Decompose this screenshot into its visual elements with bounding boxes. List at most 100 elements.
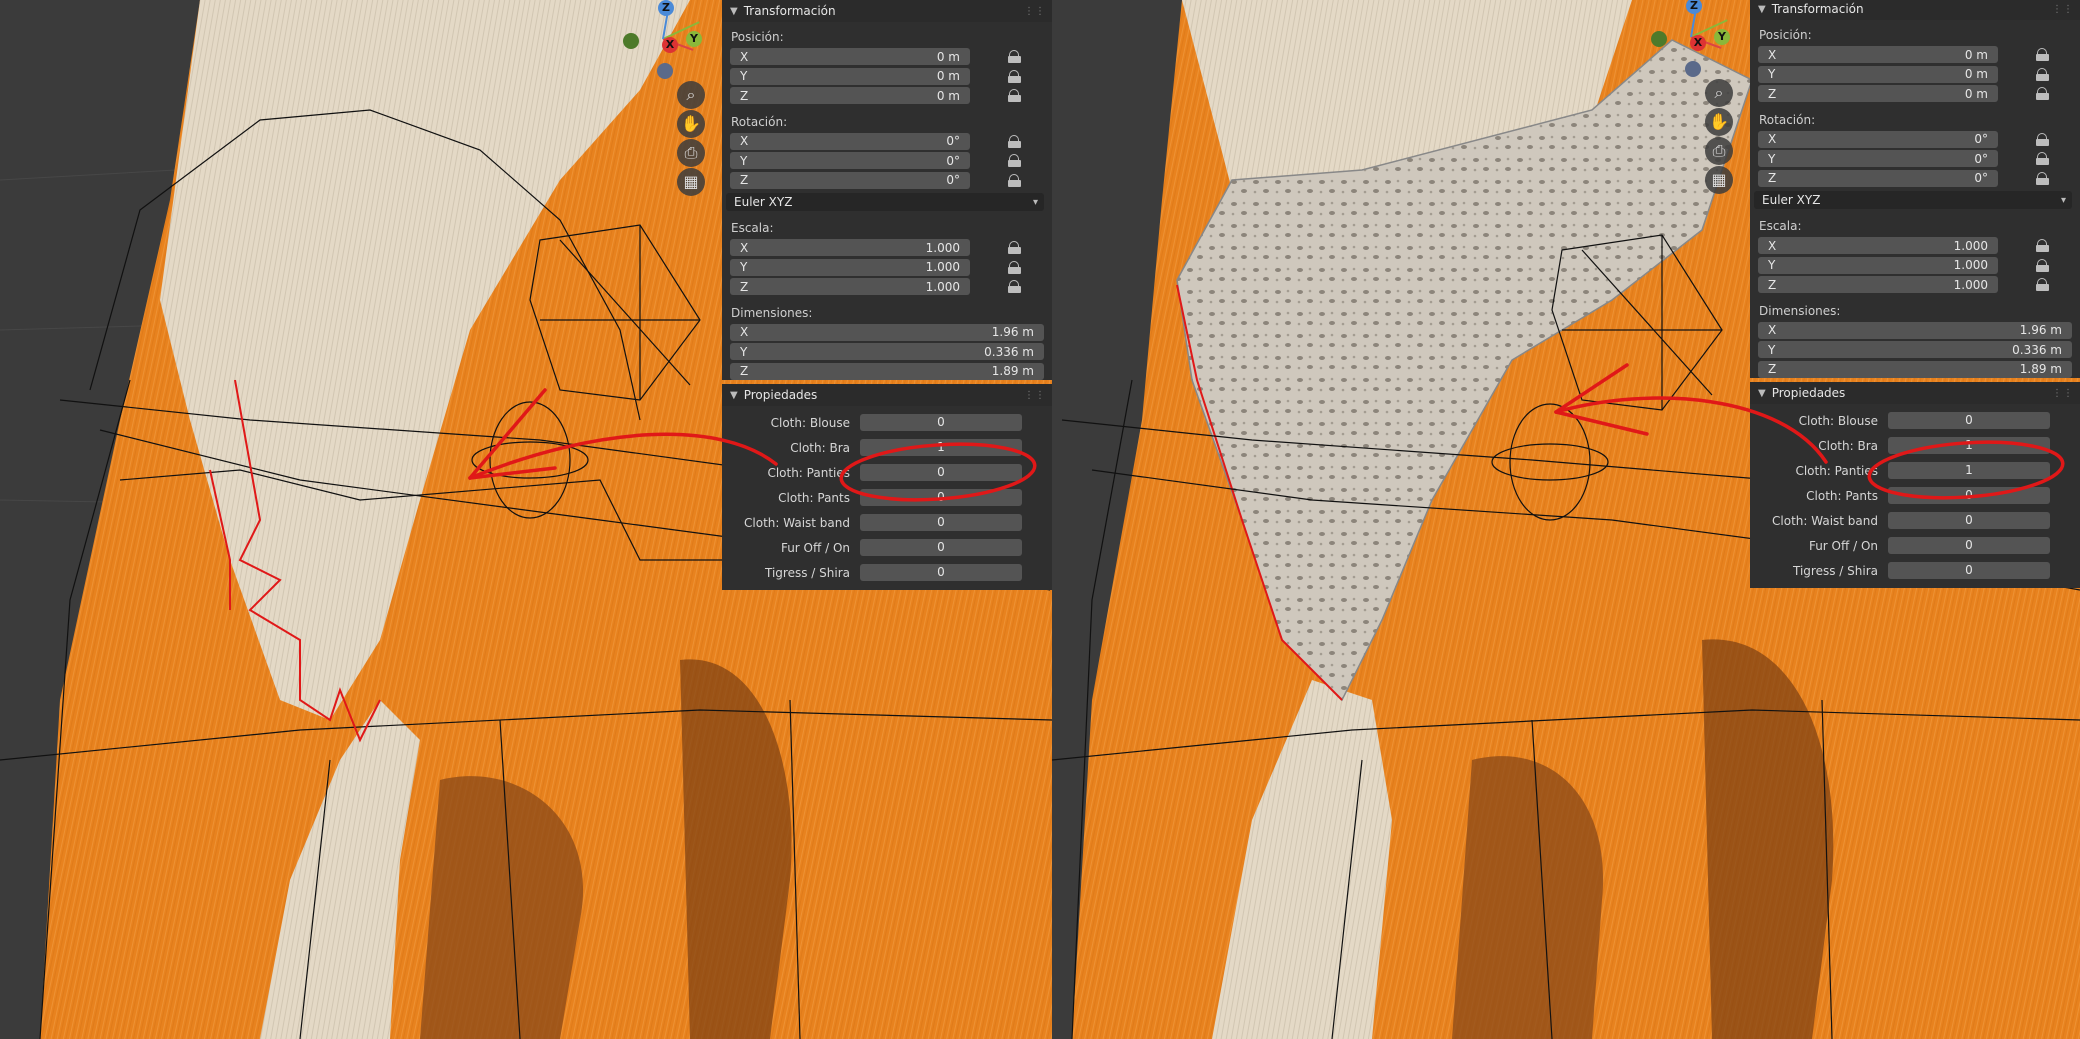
- property-value-field[interactable]: 0: [860, 539, 1022, 556]
- hand-icon[interactable]: ✋: [1705, 108, 1733, 136]
- property-value-field[interactable]: 0: [1888, 412, 2050, 429]
- lock-icon[interactable]: [1008, 69, 1021, 83]
- zoom-icon[interactable]: ⌕: [1705, 79, 1733, 107]
- gizmo-z-icon[interactable]: Z: [658, 0, 674, 16]
- property-value-field[interactable]: 0: [860, 514, 1022, 531]
- lock-icon[interactable]: [2036, 152, 2049, 165]
- dimension-z-field[interactable]: Z 1.89 m: [730, 362, 1044, 380]
- rotation-y-field[interactable]: Y 0°: [1758, 150, 1998, 167]
- grip-icon[interactable]: ⋮⋮: [1024, 6, 1046, 17]
- lock-icon[interactable]: [2036, 278, 2049, 291]
- rotation-x-field[interactable]: X 0°: [1758, 130, 1998, 148]
- gizmo-y-icon[interactable]: Y: [686, 31, 702, 47]
- gizmo-z-icon[interactable]: Z: [1686, 0, 1702, 14]
- lock-icon[interactable]: [1008, 134, 1021, 148]
- position-x-field[interactable]: X0 m: [1758, 46, 1998, 63]
- property-value-field[interactable]: 0: [1888, 562, 2050, 579]
- scale-x-field[interactable]: X 1.000: [730, 239, 970, 256]
- rotation-x-field[interactable]: X 0°: [730, 132, 970, 150]
- position-x-field[interactable]: X0 m: [730, 48, 970, 65]
- position-z-field[interactable]: Z0 m: [1758, 85, 1998, 102]
- camera-icon[interactable]: ⎙: [677, 139, 705, 167]
- rotation-mode-select[interactable]: Euler XYZ ▾: [1754, 191, 2072, 209]
- lock-icon[interactable]: [1008, 241, 1021, 254]
- lock-icon[interactable]: [1008, 50, 1021, 63]
- rotation-y-field[interactable]: Y 0°: [730, 152, 970, 169]
- grid-icon[interactable]: ▦: [1705, 166, 1733, 194]
- property-value-field[interactable]: 1: [860, 439, 1022, 456]
- property-value-field[interactable]: 0: [860, 464, 1022, 481]
- dimension-y-field[interactable]: Y 0.336 m: [1758, 341, 2072, 358]
- scale-y-field[interactable]: Y 1.000: [730, 258, 970, 276]
- lock-icon[interactable]: [1008, 173, 1021, 187]
- property-row: Cloth: Panties 1: [1750, 459, 2080, 484]
- lock-icon[interactable]: [2036, 258, 2049, 272]
- property-value-field[interactable]: 1: [1888, 437, 2050, 454]
- position-y-field[interactable]: Y0 m: [730, 67, 970, 85]
- position-y-field[interactable]: Y0 m: [1758, 65, 1998, 83]
- grid-icon[interactable]: ▦: [677, 168, 705, 196]
- scale-z-field[interactable]: Z 1.000: [730, 278, 970, 295]
- camera-icon[interactable]: ⎙: [1705, 137, 1733, 165]
- scale-y-field[interactable]: Y 1.000: [1758, 256, 1998, 274]
- gizmo-neg-z-icon[interactable]: [1685, 61, 1701, 77]
- property-row: Cloth: Blouse 0: [722, 411, 1052, 436]
- property-label: Cloth: Pants: [1806, 489, 1878, 503]
- grip-icon[interactable]: ⋮⋮: [1024, 390, 1046, 401]
- gizmo-neg-y-icon[interactable]: [623, 33, 639, 49]
- properties-panel-header[interactable]: ▼ Propiedades ⋮⋮: [722, 384, 1052, 406]
- transform-panel-header[interactable]: ▼ Transformación ⋮⋮: [1750, 0, 2080, 20]
- property-value-field[interactable]: 1: [1888, 462, 2050, 479]
- transform-panel: ▼ Transformación ⋮⋮ Posición: X0 m Y0 m …: [722, 0, 1052, 380]
- grip-icon[interactable]: ⋮⋮: [2052, 388, 2074, 399]
- gizmo-neg-z-icon[interactable]: [657, 63, 673, 79]
- navigation-gizmo[interactable]: Z X Y: [1648, 0, 1738, 88]
- property-value-field[interactable]: 0: [860, 414, 1022, 431]
- gizmo-neg-y-icon[interactable]: [1651, 31, 1667, 47]
- gizmo-y-icon[interactable]: Y: [1714, 29, 1730, 45]
- lock-icon[interactable]: [2036, 87, 2049, 100]
- lock-icon[interactable]: [1008, 280, 1021, 293]
- zoom-icon[interactable]: ⌕: [677, 81, 705, 109]
- property-value-field[interactable]: 0: [1888, 487, 2050, 504]
- dimension-x-field[interactable]: X 1.96 m: [1758, 321, 2072, 339]
- scale-z-field[interactable]: Z 1.000: [1758, 276, 1998, 293]
- chevron-down-icon[interactable]: ▼: [730, 390, 738, 401]
- transform-panel-header[interactable]: ▼ Transformación ⋮⋮: [722, 0, 1052, 22]
- transform-panel: ▼ Transformación ⋮⋮ Posición: X0 m Y0 m …: [1750, 0, 2080, 378]
- chevron-down-icon[interactable]: ▼: [1758, 4, 1766, 15]
- lock-icon[interactable]: [2036, 67, 2049, 81]
- chevron-down-icon[interactable]: ▼: [730, 6, 738, 17]
- lock-icon[interactable]: [1008, 154, 1021, 167]
- chevron-down-icon: ▾: [2060, 194, 2066, 206]
- property-label: Cloth: Blouse: [1798, 414, 1878, 428]
- rotation-z-field[interactable]: Z 0°: [1758, 169, 1998, 187]
- position-z-field[interactable]: Z0 m: [730, 87, 970, 104]
- viewport-right[interactable]: Z X Y ⌕ ✋ ⎙ ▦ ▼ Transformación ⋮⋮ Posici…: [1052, 0, 2080, 1039]
- property-value-field[interactable]: 0: [860, 489, 1022, 506]
- lock-icon[interactable]: [1008, 89, 1021, 102]
- dimension-x-field[interactable]: X 1.96 m: [730, 323, 1044, 341]
- chevron-down-icon[interactable]: ▼: [1758, 388, 1766, 399]
- rotation-z-field[interactable]: Z 0°: [730, 171, 970, 189]
- lock-icon[interactable]: [2036, 132, 2049, 146]
- lock-icon[interactable]: [2036, 48, 2049, 61]
- grip-icon[interactable]: ⋮⋮: [2052, 4, 2074, 15]
- gizmo-x-icon[interactable]: X: [662, 37, 678, 53]
- scale-x-field[interactable]: X 1.000: [1758, 237, 1998, 254]
- properties-panel-header[interactable]: ▼ Propiedades ⋮⋮: [1750, 382, 2080, 404]
- lock-icon[interactable]: [1008, 260, 1021, 274]
- property-value-field[interactable]: 0: [1888, 512, 2050, 529]
- gizmo-x-icon[interactable]: X: [1690, 35, 1706, 51]
- property-value-field[interactable]: 0: [1888, 537, 2050, 554]
- panel-title: Propiedades: [1771, 386, 1846, 400]
- navigation-gizmo[interactable]: Z X Y: [620, 0, 710, 90]
- viewport-left[interactable]: Z X Y ⌕ ✋ ⎙ ▦ ▼ Transformación ⋮⋮ Posici…: [0, 0, 1052, 1039]
- lock-icon[interactable]: [2036, 171, 2049, 185]
- dimension-z-field[interactable]: Z 1.89 m: [1758, 360, 2072, 378]
- property-value-field[interactable]: 0: [860, 564, 1022, 581]
- rotation-mode-select[interactable]: Euler XYZ ▾: [726, 193, 1044, 211]
- hand-icon[interactable]: ✋: [677, 110, 705, 138]
- lock-icon[interactable]: [2036, 239, 2049, 252]
- dimension-y-field[interactable]: Y 0.336 m: [730, 343, 1044, 360]
